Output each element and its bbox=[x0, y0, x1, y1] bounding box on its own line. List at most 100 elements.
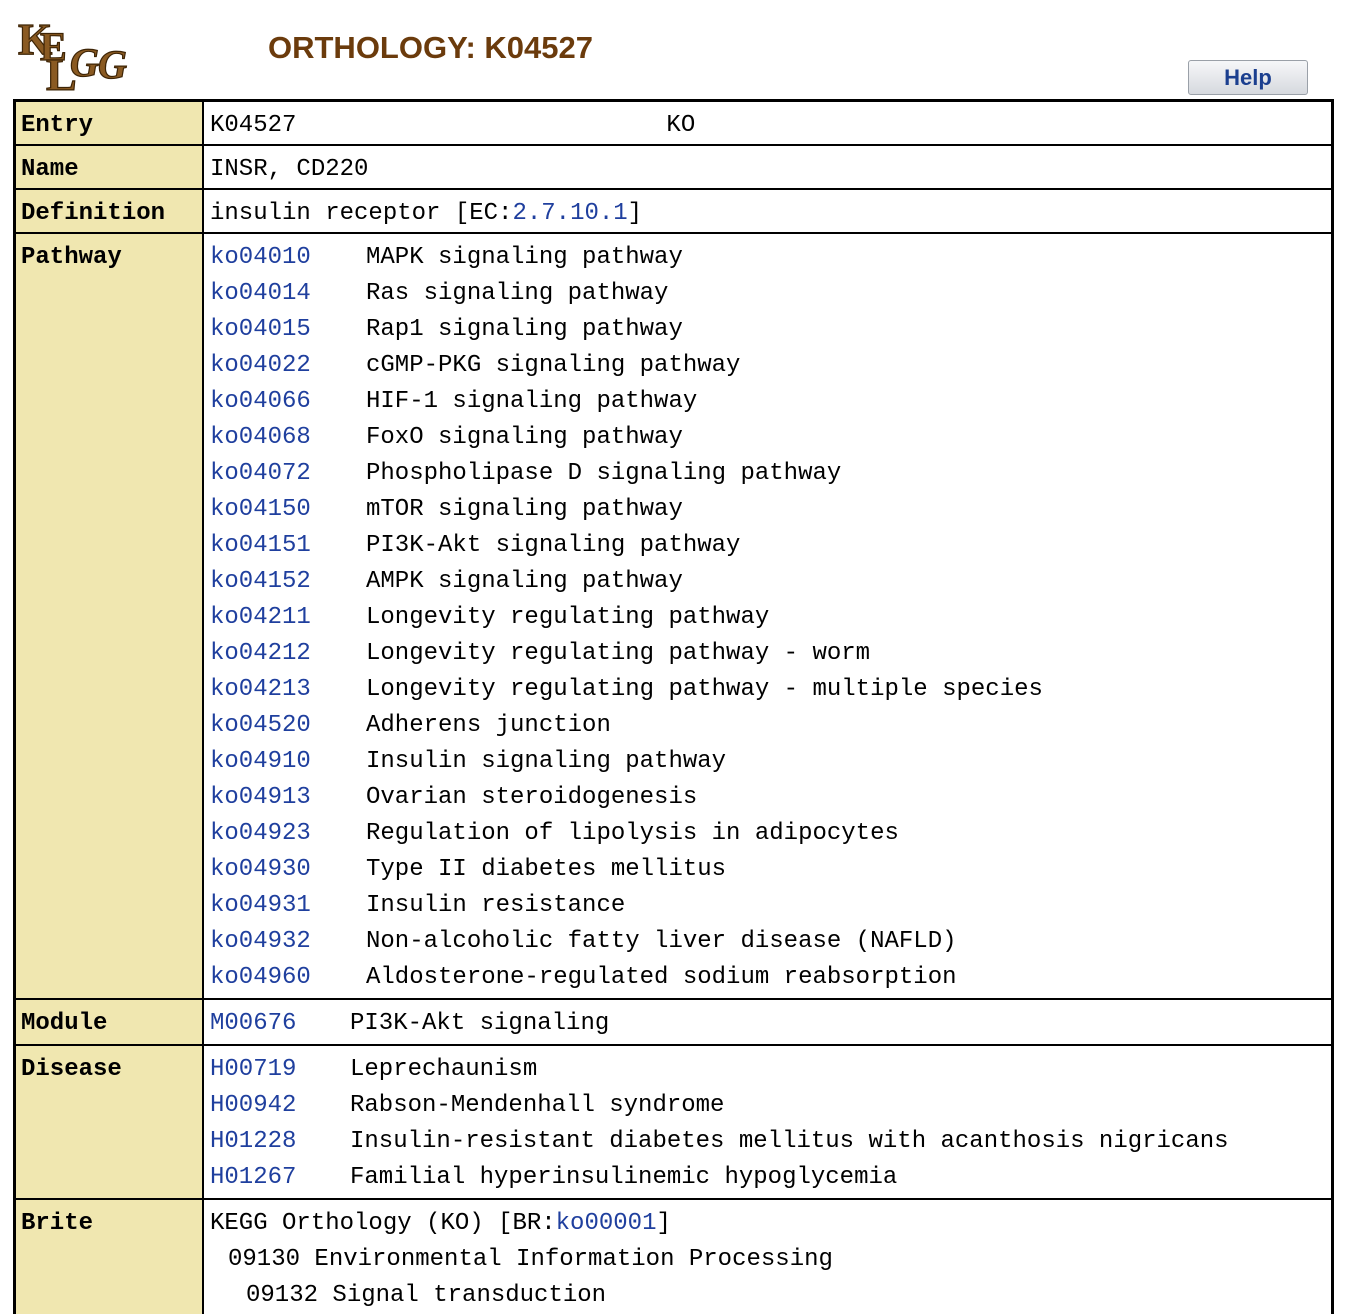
pathway-link[interactable]: ko04520 bbox=[210, 708, 366, 744]
pathway-name: Longevity regulating pathway bbox=[366, 604, 770, 631]
pathway-link[interactable]: ko04213 bbox=[210, 672, 366, 708]
module-label: Module bbox=[13, 998, 204, 1046]
pathway-item: ko04520 Adherens junction bbox=[210, 708, 1331, 744]
brite-link[interactable]: ko00001 bbox=[556, 1210, 657, 1237]
pathway-link[interactable]: ko04913 bbox=[210, 780, 366, 816]
module-name: PI3K-Akt signaling bbox=[350, 1010, 610, 1037]
name-label: Name bbox=[13, 144, 204, 190]
pathway-item: ko04923 Regulation of lipolysis in adipoc… bbox=[210, 816, 1331, 852]
pathway-name: Rap1 signaling pathway bbox=[366, 316, 683, 343]
pathway-link[interactable]: ko04151 bbox=[210, 528, 366, 564]
pathway-name: MAPK signaling pathway bbox=[366, 244, 683, 271]
brite-value: KEGG Orthology (KO) [BR:ko00001] 09130 E… bbox=[202, 1198, 1334, 1314]
disease-link[interactable]: H01228 bbox=[210, 1124, 350, 1160]
pathway-name: cGMP-PKG signaling pathway bbox=[366, 352, 741, 379]
pathway-link[interactable]: ko04150 bbox=[210, 492, 366, 528]
pathway-link[interactable]: ko04068 bbox=[210, 420, 366, 456]
pathway-row: Pathway ko04010 MAPK signaling pathway ko0… bbox=[13, 232, 1334, 1000]
pathway-item: ko04212 Longevity regulating pathway - wo… bbox=[210, 636, 1331, 672]
module-link[interactable]: M00676 bbox=[210, 1006, 350, 1042]
pathway-name: Aldosterone-regulated sodium reabsorptio… bbox=[366, 964, 957, 991]
pathway-item: ko04910 Insulin signaling pathway bbox=[210, 744, 1331, 780]
pathway-item: ko04066 HIF-1 signaling pathway bbox=[210, 384, 1331, 420]
kegg-logo[interactable]: K E L G G bbox=[17, 14, 140, 100]
pathway-link[interactable]: ko04910 bbox=[210, 744, 366, 780]
pathway-name: Insulin signaling pathway bbox=[366, 748, 727, 775]
definition-text: insulin receptor [EC: bbox=[210, 200, 513, 227]
module-row: Module M00676 PI3K-Akt signaling bbox=[13, 998, 1334, 1046]
brite-row: Brite KEGG Orthology (KO) [BR:ko00001] 0… bbox=[13, 1198, 1334, 1314]
pathway-item: ko04960 Aldosterone-regulated sodium reab… bbox=[210, 960, 1331, 996]
disease-item: H00719 Leprechaunism bbox=[210, 1052, 1331, 1088]
pathway-name: PI3K-Akt signaling pathway bbox=[366, 532, 741, 559]
svg-text:G: G bbox=[70, 40, 99, 85]
svg-text:G: G bbox=[98, 42, 127, 87]
pathway-name: Ovarian steroidogenesis bbox=[366, 784, 698, 811]
brite-suffix: ] bbox=[656, 1210, 671, 1237]
disease-item: H01228 Insulin-resistant diabetes mellitu… bbox=[210, 1124, 1331, 1160]
disease-name: Insulin-resistant diabetes mellitus with… bbox=[350, 1128, 1229, 1155]
pathway-item: ko04151 PI3K-Akt signaling pathway bbox=[210, 528, 1331, 564]
page-title: ORTHOLOGY: K04527 bbox=[268, 30, 594, 65]
definition-value: insulin receptor [EC:2.7.10.1] bbox=[202, 188, 1334, 234]
pathway-item: ko04022 cGMP-PKG signaling pathway bbox=[210, 348, 1331, 384]
orthology-table: Entry K04527 KO Name INSR, CD220 Definiti… bbox=[13, 99, 1334, 1314]
disease-name: Leprechaunism bbox=[350, 1056, 538, 1083]
pathway-link[interactable]: ko04923 bbox=[210, 816, 366, 852]
definition-close: ] bbox=[627, 200, 643, 227]
pathway-name: Ras signaling pathway bbox=[366, 280, 669, 307]
pathway-link[interactable]: ko04932 bbox=[210, 924, 366, 960]
pathway-item: ko04152 AMPK signaling pathway bbox=[210, 564, 1331, 600]
brite-prefix: KEGG Orthology (KO) [BR: bbox=[210, 1210, 556, 1237]
disease-link[interactable]: H01267 bbox=[210, 1160, 350, 1196]
pathway-link[interactable]: ko04066 bbox=[210, 384, 366, 420]
entry-value: K04527 KO bbox=[202, 99, 1334, 146]
disease-link[interactable]: H00719 bbox=[210, 1052, 350, 1088]
pathway-link[interactable]: ko04211 bbox=[210, 600, 366, 636]
pathway-name: AMPK signaling pathway bbox=[366, 568, 683, 595]
pathway-link[interactable]: ko04010 bbox=[210, 240, 366, 276]
disease-link[interactable]: H00942 bbox=[210, 1088, 350, 1124]
entry-type: KO bbox=[666, 112, 696, 139]
pathway-link[interactable]: ko04014 bbox=[210, 276, 366, 312]
pathway-name: Insulin resistance bbox=[366, 892, 626, 919]
ec-link[interactable]: 2.7.10.1 bbox=[512, 200, 627, 227]
entry-label: Entry bbox=[13, 99, 204, 146]
pathway-item: ko04010 MAPK signaling pathway bbox=[210, 240, 1331, 276]
pathway-link[interactable]: ko04072 bbox=[210, 456, 366, 492]
name-value: INSR, CD220 bbox=[202, 144, 1334, 190]
pathway-item: ko04931 Insulin resistance bbox=[210, 888, 1331, 924]
pathway-name: Longevity regulating pathway - worm bbox=[366, 640, 871, 667]
pathway-name: Type II diabetes mellitus bbox=[366, 856, 727, 883]
pathway-link[interactable]: ko04960 bbox=[210, 960, 366, 996]
pathway-link[interactable]: ko04015 bbox=[210, 312, 366, 348]
pathway-item: ko04072 Phospholipase D signaling pathway bbox=[210, 456, 1331, 492]
pathway-name: Non-alcoholic fatty liver disease (NAFLD… bbox=[366, 928, 957, 955]
pathway-name: Phospholipase D signaling pathway bbox=[366, 460, 842, 487]
pathway-label: Pathway bbox=[13, 232, 204, 1000]
definition-label: Definition bbox=[13, 188, 204, 234]
pathway-name: Longevity regulating pathway - multiple … bbox=[366, 676, 1043, 703]
pathway-item: ko04932 Non-alcoholic fatty liver disease… bbox=[210, 924, 1331, 960]
pathway-item: ko04211 Longevity regulating pathway bbox=[210, 600, 1331, 636]
disease-item: H01267 Familial hyperinsulinemic hypoglyc… bbox=[210, 1160, 1331, 1196]
pathway-item: ko04150 mTOR signaling pathway bbox=[210, 492, 1331, 528]
brite-root: KEGG Orthology (KO) [BR:ko00001] bbox=[210, 1206, 1331, 1242]
brite-label: Brite bbox=[13, 1198, 204, 1314]
pathway-link[interactable]: ko04152 bbox=[210, 564, 366, 600]
pathway-link[interactable]: ko04212 bbox=[210, 636, 366, 672]
pathway-link[interactable]: ko04931 bbox=[210, 888, 366, 924]
help-button[interactable]: Help bbox=[1188, 60, 1308, 95]
pathway-name: mTOR signaling pathway bbox=[366, 496, 683, 523]
pathway-list: ko04010 MAPK signaling pathway ko04014 Ras … bbox=[202, 232, 1334, 1000]
pathway-item: ko04913 Ovarian steroidogenesis bbox=[210, 780, 1331, 816]
pathway-link[interactable]: ko04930 bbox=[210, 852, 366, 888]
disease-label: Disease bbox=[13, 1044, 204, 1200]
brite-level1: 09130 Environmental Information Processi… bbox=[228, 1246, 833, 1273]
name-row: Name INSR, CD220 bbox=[13, 144, 1334, 190]
module-list: M00676 PI3K-Akt signaling bbox=[202, 998, 1334, 1046]
pathway-link[interactable]: ko04022 bbox=[210, 348, 366, 384]
pathway-name: Regulation of lipolysis in adipocytes bbox=[366, 820, 899, 847]
pathway-name: Adherens junction bbox=[366, 712, 611, 739]
pathway-item: ko04068 FoxO signaling pathway bbox=[210, 420, 1331, 456]
